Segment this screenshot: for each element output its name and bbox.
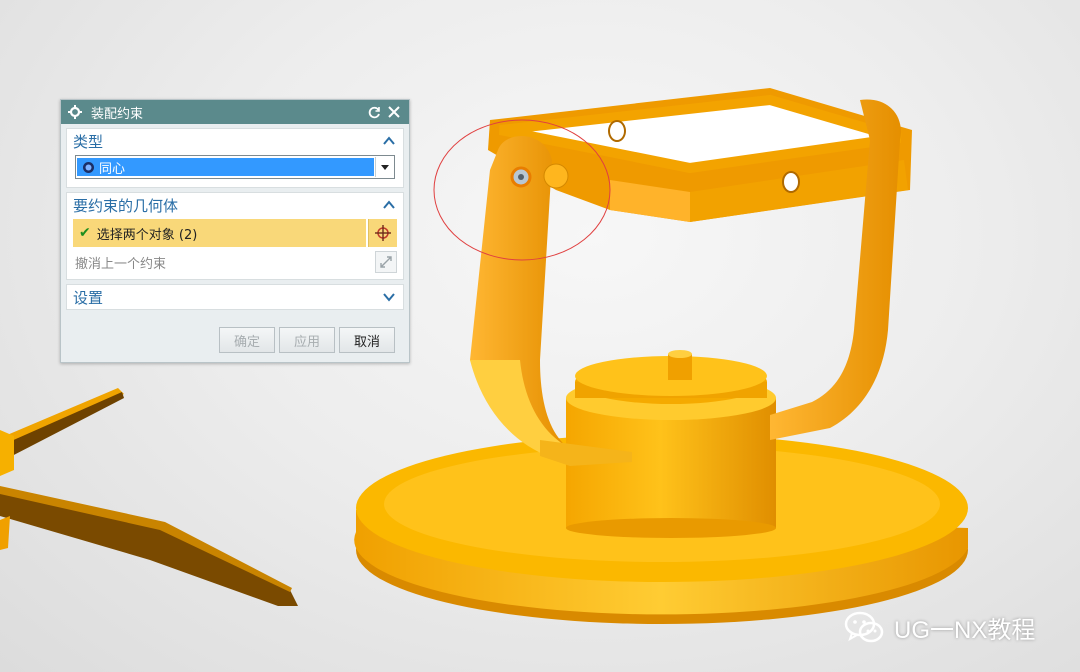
dialog-titlebar[interactable]: 装配约束 [61,100,409,124]
apply-button[interactable]: 应用 [279,327,335,353]
cancel-button[interactable]: 取消 [339,327,395,353]
geometry-section-label: 要约束的几何体 [73,196,179,215]
type-section-header[interactable]: 类型 [67,129,403,153]
constraint-type-value: 同心 [99,161,126,177]
assembly-constraint-dialog[interactable]: 装配约束 类型 同心 要约束的几何体 ✔ 选择两个对象 (2) 撤消上一个约束 … [60,99,410,363]
select-two-objects-label: 选择两个对象 (2) [96,227,198,243]
type-section: 类型 同心 [66,128,404,188]
checkmark-icon: ✔ [79,225,91,241]
reset-icon[interactable] [365,103,383,121]
constraint-type-dropdown[interactable]: 同心 [75,155,395,179]
dialog-buttons: 确定 应用 取消 [219,327,395,353]
geometry-section-header[interactable]: 要约束的几何体 [67,193,403,217]
ok-button[interactable]: 确定 [219,327,275,353]
chevron-up-icon[interactable] [381,133,397,149]
settings-section-label: 设置 [73,288,104,307]
close-icon[interactable] [385,103,403,121]
concentric-icon [81,160,95,174]
wechat-icon [844,611,884,643]
settings-section: 设置 [66,284,404,310]
watermark-text: UG一NX教程 [894,616,1036,644]
chevron-up-icon[interactable] [381,197,397,213]
undo-last-constraint-label: 撤消上一个约束 [75,256,167,272]
settings-section-header[interactable]: 设置 [67,285,403,309]
dialog-title: 装配约束 [91,106,144,122]
propeller-part[interactable] [0,388,298,606]
watermark: UG一NX教程 [842,607,1035,647]
chevron-down-icon[interactable] [381,289,397,305]
geometry-section: 要约束的几何体 ✔ 选择两个对象 (2) 撤消上一个约束 [66,192,404,280]
select-two-objects-field[interactable]: ✔ 选择两个对象 (2) [73,219,366,247]
type-section-label: 类型 [73,132,104,151]
gear-icon [67,104,83,120]
cylinder-part[interactable] [566,350,776,538]
undo-constraint-icon[interactable] [375,251,397,273]
crosshair-picker-icon[interactable] [368,219,397,247]
chevron-down-icon[interactable] [375,157,394,177]
